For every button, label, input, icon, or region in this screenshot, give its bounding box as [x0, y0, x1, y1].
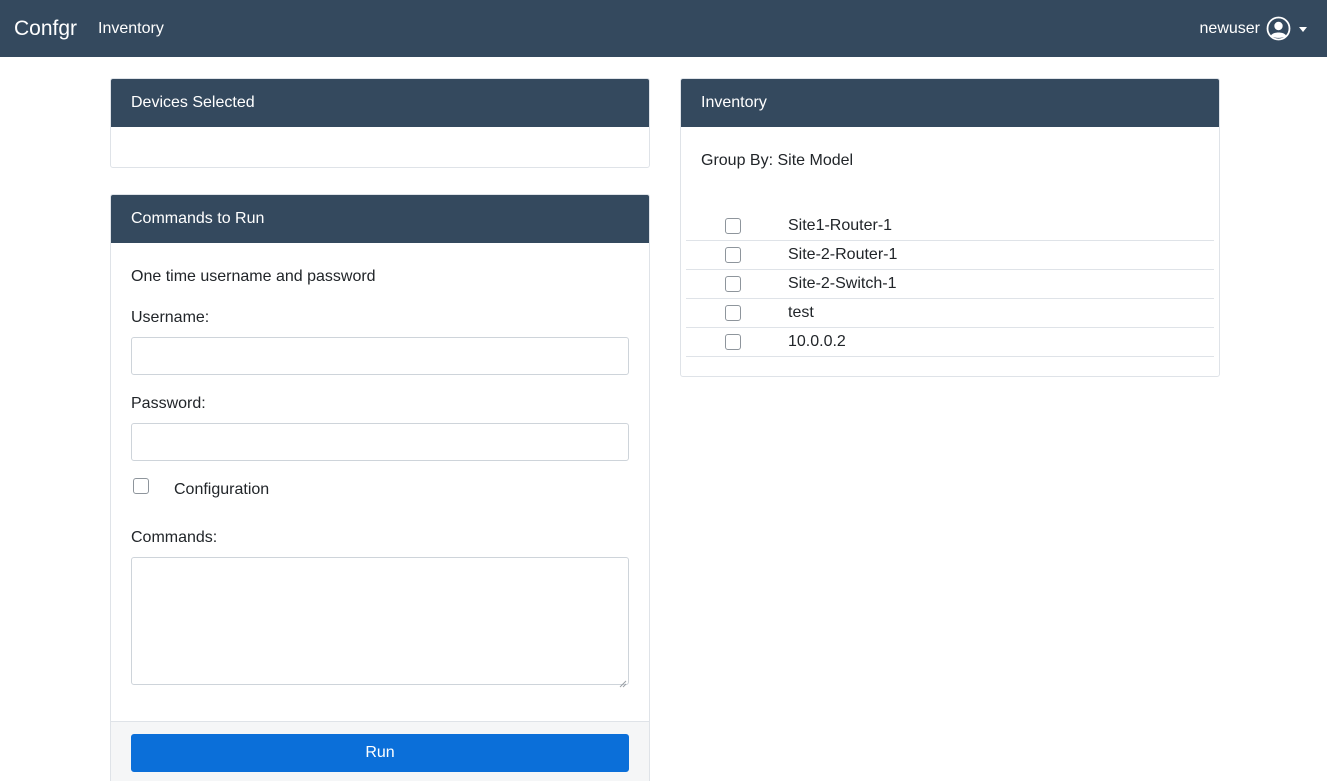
- user-avatar-icon: [1266, 16, 1291, 41]
- password-input[interactable]: [131, 423, 629, 461]
- username-input[interactable]: [131, 337, 629, 375]
- username-label: newuser: [1199, 19, 1260, 37]
- inventory-row[interactable]: test: [686, 299, 1214, 328]
- resize-grip-icon[interactable]: [619, 675, 627, 688]
- device-name: Site-2-Router-1: [788, 246, 898, 263]
- device-name: 10.0.0.2: [788, 333, 846, 350]
- user-menu-dropdown[interactable]: newuser: [1200, 16, 1307, 41]
- inventory-card: Inventory Group By: Site Model Site1-Rou…: [680, 78, 1220, 377]
- configuration-checkbox[interactable]: [133, 478, 149, 494]
- device-name: Site-2-Switch-1: [788, 275, 897, 292]
- inventory-row[interactable]: 10.0.0.2: [686, 328, 1214, 357]
- top-navbar: Confgr Inventory newuser: [0, 0, 1327, 57]
- group-by-model-option[interactable]: Model: [810, 152, 854, 169]
- username-label: Username:: [131, 309, 210, 326]
- device-checkbox[interactable]: [725, 218, 741, 234]
- device-checkbox[interactable]: [725, 276, 741, 292]
- group-by-label: Group By:: [701, 152, 774, 169]
- commands-header: Commands to Run: [111, 195, 649, 243]
- device-checkbox[interactable]: [725, 305, 741, 321]
- nav-link-inventory[interactable]: Inventory: [98, 19, 164, 39]
- group-by-controls: Group By: Site Model: [701, 151, 853, 171]
- run-button[interactable]: Run: [131, 734, 629, 772]
- group-by-site-option[interactable]: Site: [777, 152, 805, 169]
- configuration-label: Configuration: [174, 481, 270, 498]
- one-time-credentials-note: One time username and password: [131, 268, 376, 285]
- device-name: Site1-Router-1: [788, 217, 893, 234]
- chevron-down-icon: [1299, 27, 1307, 32]
- devices-selected-header: Devices Selected: [111, 79, 649, 127]
- commands-textarea[interactable]: [131, 557, 629, 688]
- password-label: Password:: [131, 395, 206, 412]
- inventory-row[interactable]: Site-2-Router-1: [686, 241, 1214, 270]
- devices-selected-card: Devices Selected: [110, 78, 650, 168]
- brand-link[interactable]: Confgr: [14, 16, 77, 42]
- inventory-header: Inventory: [681, 79, 1219, 127]
- device-checkbox[interactable]: [725, 334, 741, 350]
- commands-label: Commands:: [131, 529, 218, 546]
- commands-card-footer: Run: [111, 721, 649, 781]
- device-name: test: [788, 304, 814, 321]
- commands-card: Commands to Run One time username and pa…: [110, 194, 650, 781]
- inventory-row[interactable]: Site1-Router-1: [686, 212, 1214, 241]
- device-checkbox[interactable]: [725, 247, 741, 263]
- inventory-row[interactable]: Site-2-Switch-1: [686, 270, 1214, 299]
